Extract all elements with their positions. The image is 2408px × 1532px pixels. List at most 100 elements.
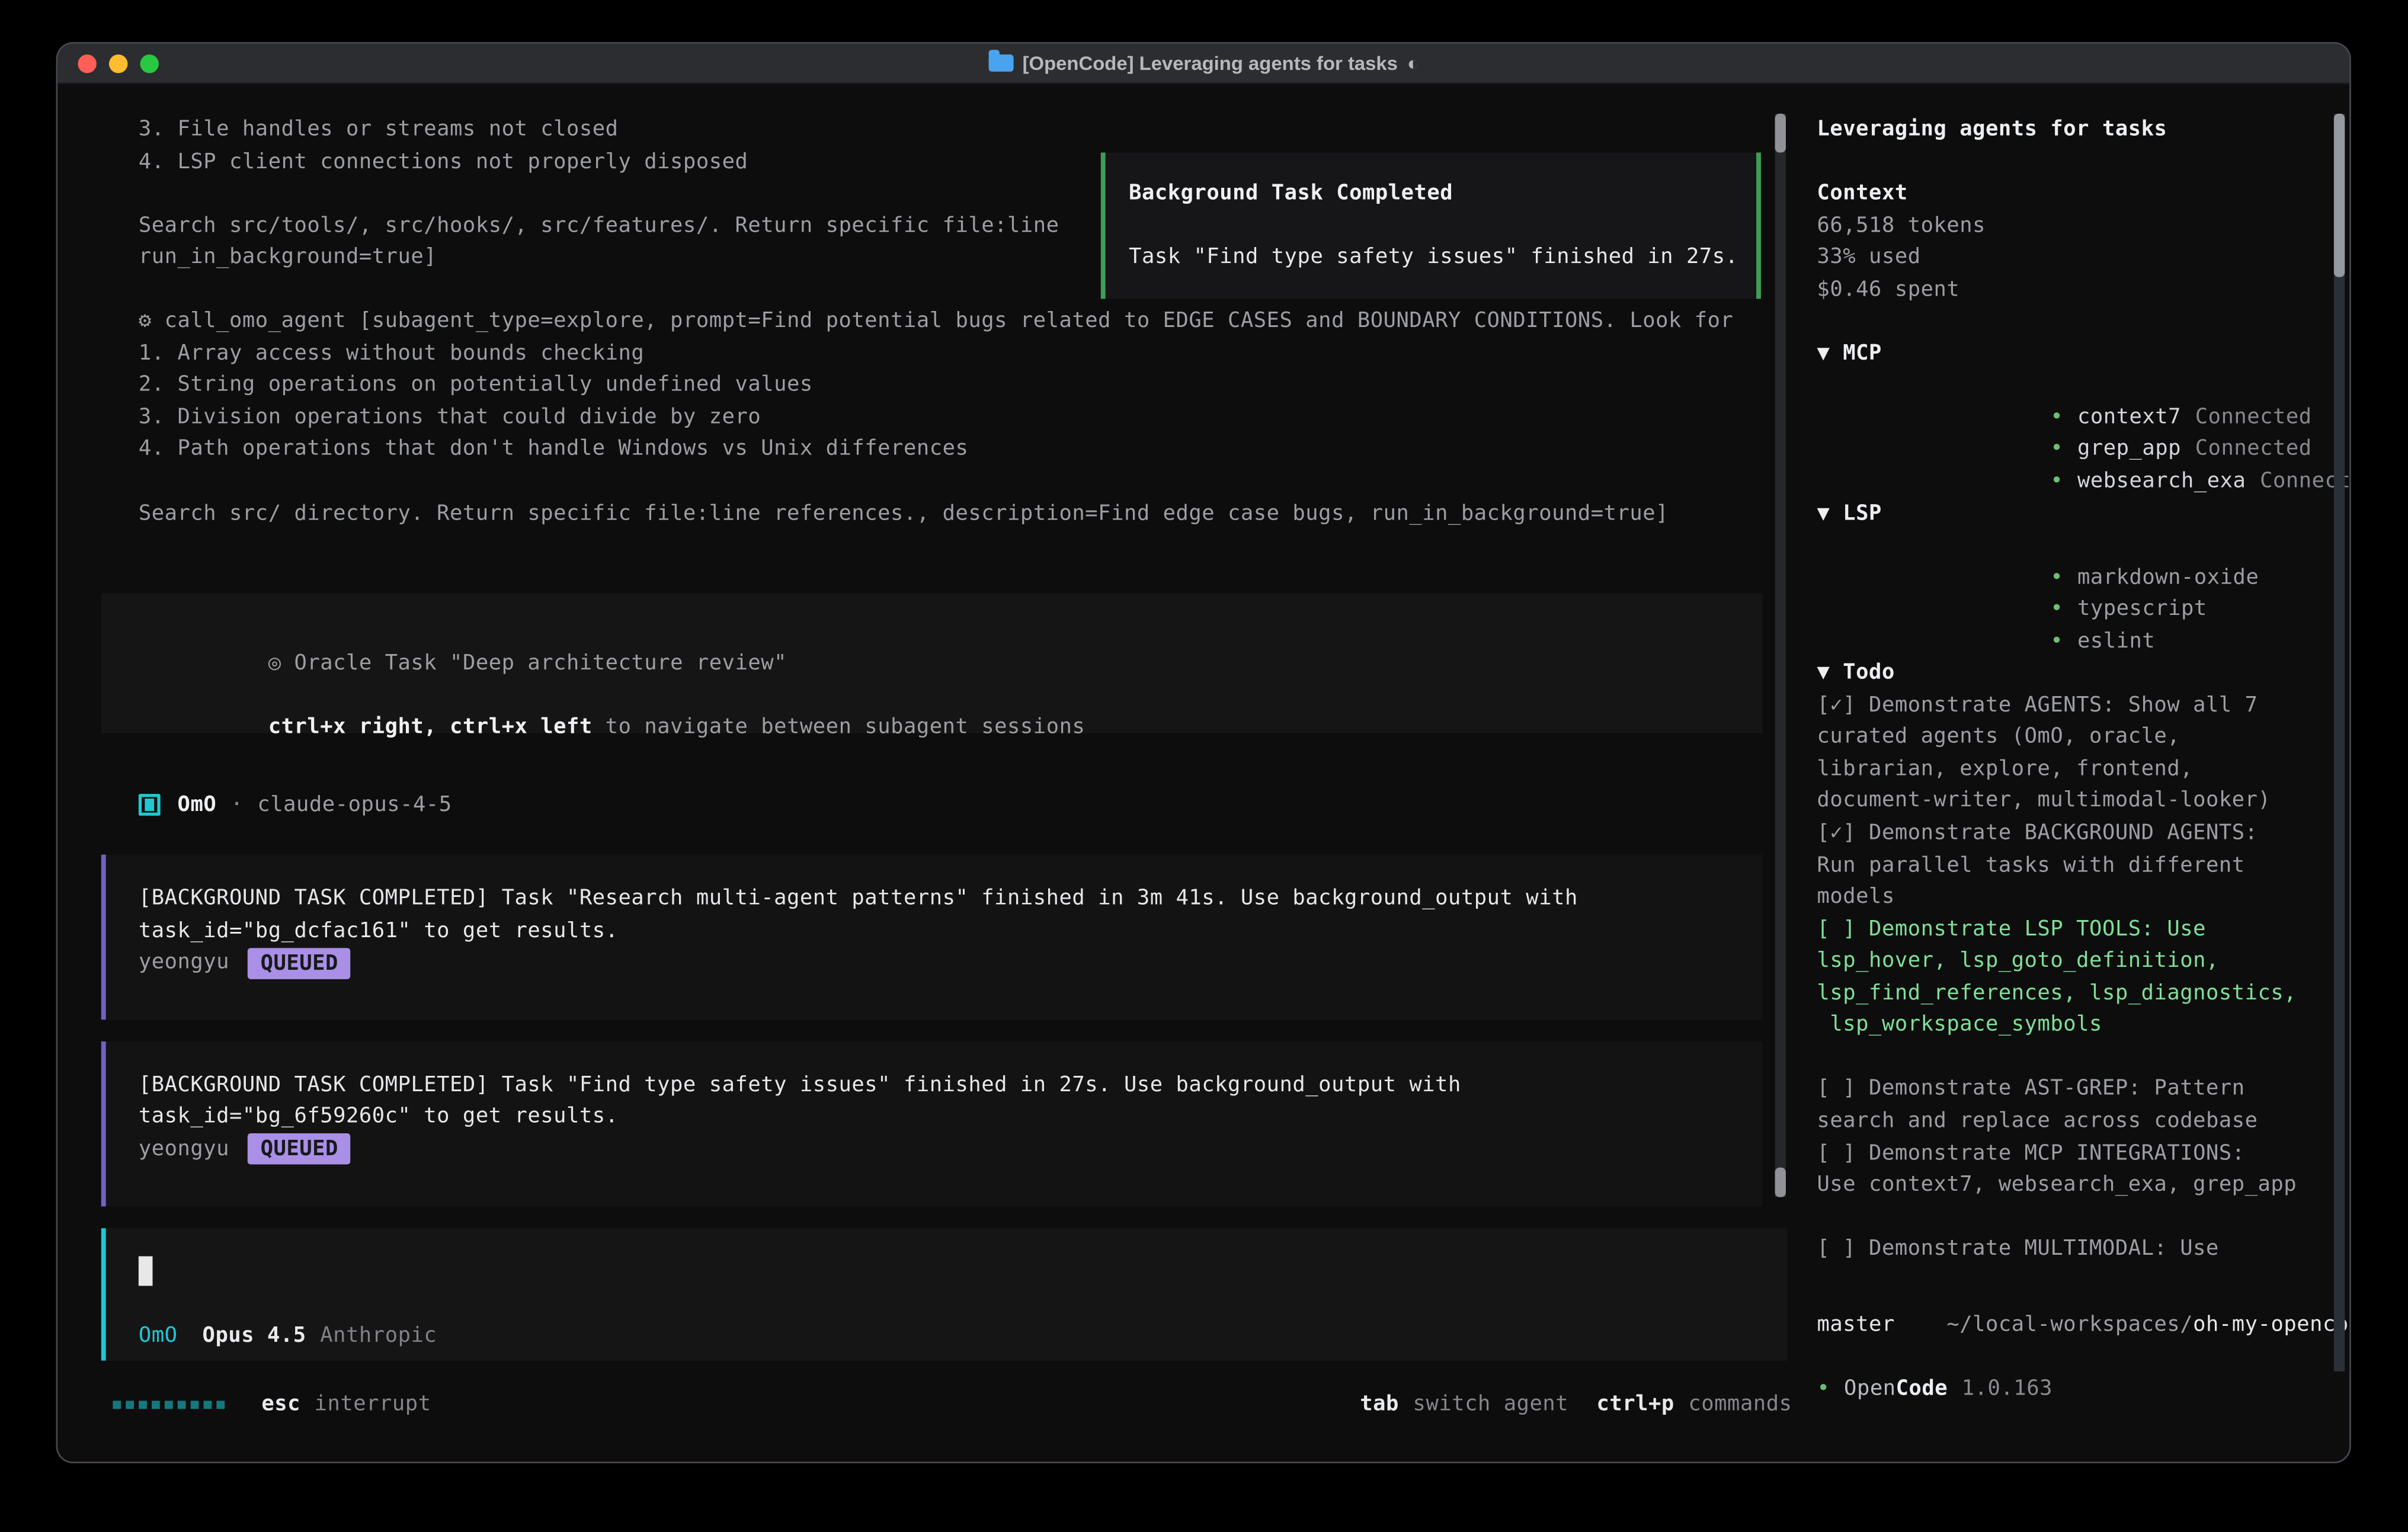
item-name: eslint	[2077, 629, 2155, 653]
spinner-dots-icon: ▪▪▪▪▪▪▪▪▪	[111, 1392, 228, 1417]
section-item: •context7Connected	[1817, 370, 2334, 402]
queued-badge: QUEUED	[248, 1134, 351, 1165]
section-item: •markdown-oxide	[1817, 530, 2334, 562]
item-status: Connected	[2195, 437, 2312, 461]
sidebar-sections: ▼ MCP •context7Connected •grep_appConnec…	[1817, 338, 2334, 658]
bullseye-icon: ◎	[268, 650, 281, 675]
message-text-line1: [BACKGROUND TASK COMPLETED] Task "Resear…	[139, 883, 1763, 915]
input-provider-name: Anthropic	[320, 1319, 437, 1351]
keyboard-shortcut: ctrl+x right, ctrl+x left	[268, 714, 593, 739]
bullet-icon: •	[1817, 1373, 1830, 1405]
sidebar-scrollbar-thumb[interactable]	[2334, 114, 2345, 277]
todo-item: [ ] Demonstrate LSP TOOLS: Uselsp_hover,…	[1817, 914, 2334, 1041]
todo-line: lsp_hover, lsp_goto_definition,	[1817, 946, 2334, 977]
notification-body: Task "Find type safety issues" finished …	[1129, 242, 1756, 274]
oracle-hint: ctrl+x right, ctrl+x left to navigate be…	[139, 679, 1763, 711]
input-model-name: Opus 4.5	[203, 1319, 306, 1351]
half-circle-icon: ◐	[1407, 52, 1419, 74]
app-version: 1.0.163	[1962, 1373, 2052, 1405]
transcript-line: 4. Path operations that don't handle Win…	[139, 434, 1848, 466]
main-scrollbar[interactable]	[1775, 114, 1786, 1197]
app-footer: • OpenCode 1.0.163	[1817, 1373, 2334, 1405]
message-block: [BACKGROUND TASK COMPLETED] Task "Resear…	[101, 855, 1763, 1020]
message-text-line2: task_id="bg_6f59260c" to get results.	[139, 1101, 1763, 1133]
message-meta: yeongyu QUEUED	[139, 1133, 1763, 1165]
todo-line: [✓] Demonstrate BACKGROUND AGENTS:	[1817, 818, 2334, 850]
main-scrollbar-thumb-top[interactable]	[1775, 114, 1786, 153]
bullet-icon: •	[2050, 565, 2063, 589]
todo-line: lsp_find_references, lsp_diagnostics,	[1817, 977, 2334, 1009]
todo-line: models	[1817, 882, 2334, 914]
prompt-input[interactable]: OmO Opus 4.5 Anthropic	[101, 1227, 1788, 1361]
todo-line: [ ] Demonstrate AST-GREP: Pattern	[1817, 1073, 2334, 1105]
titlebar[interactable]: [OpenCode] Leveraging agents for tasks ◐	[57, 44, 2349, 84]
main-scrollbar-thumb-bottom[interactable]	[1775, 1168, 1786, 1197]
zoom-button[interactable]	[140, 55, 159, 73]
section-items: •context7Connected •grep_appConnected •w…	[1817, 370, 2334, 466]
close-button[interactable]	[78, 55, 97, 73]
transcript-line	[139, 466, 1848, 498]
message-list: [BACKGROUND TASK COMPLETED] Task "Resear…	[101, 855, 1848, 1206]
agent-header: OmO · claude-opus-4-5	[139, 789, 1848, 821]
text-cursor	[139, 1257, 153, 1286]
todo-line: curated agents (OmO, oracle,	[1817, 722, 2334, 754]
minimize-button[interactable]	[109, 55, 128, 73]
context-stats: 66,518 tokens33% used$0.46 spent	[1817, 210, 2334, 306]
window-title: [OpenCode] Leveraging agents for tasks ◐	[988, 52, 1419, 74]
todo-list: [✓] Demonstrate AGENTS: Show all 7curate…	[1817, 690, 2334, 1265]
bullet-icon: •	[2050, 597, 2063, 621]
section-heading[interactable]: ▼ MCP	[1817, 338, 2334, 370]
todo-line: Use context7, websearch_exa, grep_app	[1817, 1169, 2334, 1201]
commands-hint: ctrl+p commands	[1596, 1392, 1792, 1417]
item-status: Connected	[2195, 405, 2312, 430]
todo-item: [✓] Demonstrate BACKGROUND AGENTS:Run pa…	[1817, 818, 2334, 914]
oracle-task-panel: ◎ Oracle Task "Deep architecture review"…	[101, 593, 1763, 733]
notification-toast[interactable]: Background Task Completed Task "Find typ…	[1101, 153, 1761, 299]
traffic-lights	[78, 44, 159, 84]
todo-item: [ ] Demonstrate AST-GREP: Patternsearch …	[1817, 1073, 2334, 1137]
sidebar-scrollbar[interactable]	[2334, 114, 2345, 1371]
todo-line: librarian, explore, frontend,	[1817, 754, 2334, 786]
author: yeongyu	[139, 1133, 229, 1165]
todo-item: [ ] Demonstrate MCP INTEGRATIONS:Use con…	[1817, 1137, 2334, 1201]
agent-model: claude-opus-4-5	[257, 793, 451, 818]
app-name: Open	[1844, 1373, 1896, 1405]
bullet-icon: •	[2050, 469, 2063, 493]
interrupt-label: interrupt	[315, 1392, 431, 1417]
workspace-path: ~/local-workspaces/	[1946, 1313, 2193, 1338]
item-name: typescript	[2077, 597, 2207, 621]
switch-agent-label: switch agent	[1413, 1392, 1569, 1417]
tab-key: tab	[1360, 1392, 1399, 1417]
transcript-line: ⚙ call_omo_agent [subagent_type=explore,…	[139, 306, 1848, 338]
item-name: grep_app	[2077, 437, 2181, 461]
statusbar: ▪▪▪▪▪▪▪▪▪ esc interrupt tab switch agent…	[111, 1389, 1792, 1421]
item-name: context7	[2077, 405, 2181, 430]
transcript-line: 1. Array access without bounds checking	[139, 338, 1848, 370]
sidebar: Leveraging agents for tasks Context 66,5…	[1817, 114, 2334, 1406]
separator-dot: ·	[230, 793, 244, 818]
input-agent-name: OmO	[139, 1319, 178, 1351]
app-name-bold: Code	[1896, 1373, 1948, 1405]
context-heading: Context	[1817, 178, 2334, 210]
transcript-line: 3. Division operations that could divide…	[139, 402, 1848, 434]
message-meta: yeongyu QUEUED	[139, 947, 1763, 979]
model-selector[interactable]: OmO Opus 4.5 Anthropic	[139, 1319, 1788, 1351]
item-name: websearch_exa	[2077, 469, 2246, 493]
context-stat-line: $0.46 spent	[1817, 274, 2334, 306]
item-name: markdown-oxide	[2077, 565, 2259, 589]
todo-heading[interactable]: ▼ Todo	[1817, 658, 2334, 690]
transcript-line: 2. String operations on potentially unde…	[139, 370, 1848, 402]
todo-line: [ ] Demonstrate LSP TOOLS: Use	[1817, 914, 2334, 946]
todo-line: search and replace across codebase	[1817, 1105, 2334, 1137]
todo-item: [✓] Demonstrate AGENTS: Show all 7curate…	[1817, 690, 2334, 818]
commands-label: commands	[1688, 1392, 1792, 1417]
message-block: [BACKGROUND TASK COMPLETED] Task "Find t…	[101, 1041, 1763, 1206]
bullet-icon: •	[2050, 629, 2063, 653]
notification-title: Background Task Completed	[1129, 178, 1756, 210]
todo-line: Run parallel tasks with different	[1817, 850, 2334, 882]
input-line[interactable]	[139, 1255, 1788, 1287]
context-stat-line: 33% used	[1817, 242, 2334, 274]
todo-line: [ ] Demonstrate MCP INTEGRATIONS:	[1817, 1137, 2334, 1169]
session-title: Leveraging agents for tasks	[1817, 114, 2334, 146]
ctrl-p-key: ctrl+p	[1596, 1392, 1674, 1417]
